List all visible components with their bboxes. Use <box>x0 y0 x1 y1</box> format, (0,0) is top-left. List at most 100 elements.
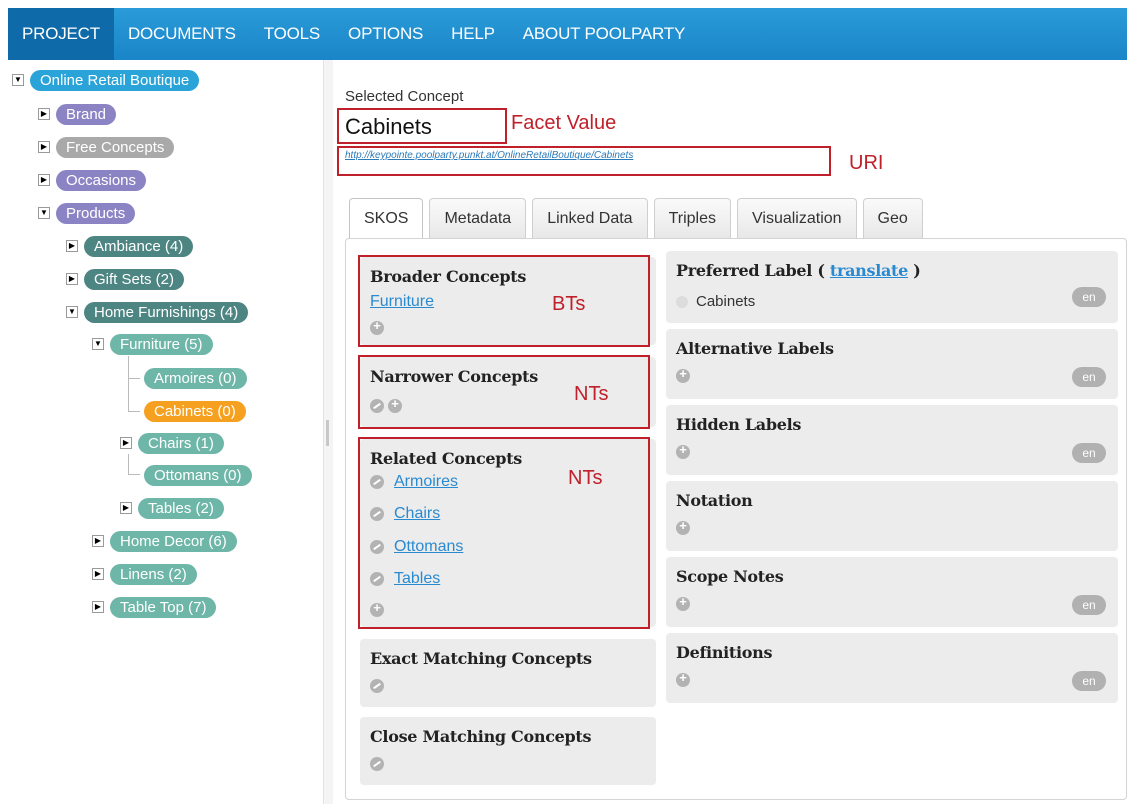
top-menu-bar: PROJECT DOCUMENTS TOOLS OPTIONS HELP ABO… <box>8 8 1127 60</box>
scope-notes-card: Scope Notes en <box>666 557 1118 627</box>
tree-node-label[interactable]: Home Decor (6) <box>110 530 237 552</box>
tree-node-label[interactable]: Occasions <box>56 169 147 191</box>
tree-node-label[interactable]: Products <box>56 202 136 224</box>
expand-toggle-icon[interactable] <box>92 535 104 547</box>
expand-toggle-icon[interactable] <box>38 141 50 153</box>
label-icon <box>676 295 688 308</box>
hidden-labels-card: Hidden Labels en <box>666 405 1118 475</box>
tree-node-free-concepts[interactable]: Free Concepts <box>38 135 175 159</box>
add-icon[interactable] <box>676 670 690 687</box>
tab-geo[interactable]: Geo <box>862 198 923 238</box>
selected-concept-label: Selected Concept <box>345 88 464 105</box>
nts-annotation-related: NTs <box>568 467 603 489</box>
tree-node-label[interactable]: Ottomans (0) <box>144 464 252 486</box>
translate-link[interactable]: translate <box>830 261 908 280</box>
tree-node-gift-sets[interactable]: Gift Sets (2) <box>66 267 185 291</box>
add-icon[interactable] <box>676 366 690 383</box>
tree-node-cabinets[interactable]: Cabinets (0) <box>144 399 246 423</box>
expand-toggle-icon[interactable] <box>38 174 50 186</box>
card-title-prefix: Preferred Label ( <box>676 261 830 280</box>
tree-node-table-top[interactable]: Table Top (7) <box>92 595 217 619</box>
related-highlight <box>358 437 650 629</box>
tree-node-label[interactable]: Gift Sets (2) <box>84 268 185 290</box>
expand-toggle-icon[interactable] <box>92 568 104 580</box>
expand-toggle-icon[interactable] <box>66 240 78 252</box>
tab-metadata[interactable]: Metadata <box>429 198 527 238</box>
concept-details: Selected Concept Cabinets Facet Value ht… <box>333 60 1127 804</box>
remove-icon[interactable] <box>370 679 384 693</box>
tree-node-label[interactable]: Tables (2) <box>138 497 224 519</box>
collapse-toggle-icon[interactable] <box>92 338 104 350</box>
tree-node-furniture[interactable]: Furniture (5) <box>92 332 213 356</box>
tree-node-ottomans[interactable]: Ottomans (0) <box>144 463 252 487</box>
remove-icon[interactable] <box>370 757 384 771</box>
tree-connector-line <box>128 378 140 379</box>
broader-highlight <box>358 255 650 347</box>
preferred-label-card: Preferred Label ( translate ) Cabinets e… <box>666 251 1118 323</box>
card-title: Scope Notes <box>676 567 784 586</box>
close-matching-card: Close Matching Concepts <box>360 717 656 785</box>
tree-connector-line <box>128 454 129 474</box>
expand-toggle-icon[interactable] <box>120 437 132 449</box>
preferred-label-value: Cabinets <box>696 293 756 310</box>
expand-toggle-icon[interactable] <box>120 502 132 514</box>
tree-connector-line <box>128 474 140 475</box>
tree-node-label[interactable]: Home Furnishings (4) <box>84 301 249 323</box>
tree-node-home-furnishings[interactable]: Home Furnishings (4) <box>66 300 249 324</box>
tab-visualization[interactable]: Visualization <box>737 198 857 238</box>
collapse-toggle-icon[interactable] <box>12 74 24 86</box>
exact-matching-card: Exact Matching Concepts <box>360 639 656 707</box>
menu-documents[interactable]: DOCUMENTS <box>114 8 250 60</box>
language-badge: en <box>1072 671 1106 691</box>
splitter-grip-icon[interactable] <box>326 420 329 446</box>
tree-node-label[interactable]: Free Concepts <box>56 136 175 158</box>
tab-triples[interactable]: Triples <box>653 198 731 238</box>
facet-value-highlight <box>337 108 507 144</box>
language-badge: en <box>1072 287 1106 307</box>
menu-tools[interactable]: TOOLS <box>250 8 334 60</box>
tab-linked-data[interactable]: Linked Data <box>532 198 648 238</box>
expand-toggle-icon[interactable] <box>38 108 50 120</box>
collapse-toggle-icon[interactable] <box>66 306 78 318</box>
tree-node-ambiance[interactable]: Ambiance (4) <box>66 234 194 258</box>
expand-toggle-icon[interactable] <box>92 601 104 613</box>
tab-skos[interactable]: SKOS <box>349 198 424 240</box>
tree-node-label[interactable]: Brand <box>56 103 117 125</box>
menu-about[interactable]: ABOUT POOLPARTY <box>509 8 699 60</box>
tree-node-label-selected[interactable]: Cabinets (0) <box>144 400 246 422</box>
add-icon[interactable] <box>676 518 690 535</box>
tree-node-label[interactable]: Ambiance (4) <box>84 235 194 257</box>
tree-node-chairs[interactable]: Chairs (1) <box>120 431 224 455</box>
alternative-labels-card: Alternative Labels en <box>666 329 1118 399</box>
collapse-toggle-icon[interactable] <box>38 207 50 219</box>
menu-project[interactable]: PROJECT <box>8 8 114 60</box>
tree-node-armoires[interactable]: Armoires (0) <box>144 366 247 390</box>
menu-options[interactable]: OPTIONS <box>334 8 437 60</box>
tree-node-linens[interactable]: Linens (2) <box>92 562 197 586</box>
expand-toggle-icon[interactable] <box>66 273 78 285</box>
add-icon[interactable] <box>676 594 690 611</box>
tree-node-products[interactable]: Products <box>38 201 136 225</box>
add-icon[interactable] <box>676 442 690 459</box>
tree-node-occasions[interactable]: Occasions <box>38 168 147 192</box>
tree-node-label[interactable]: Table Top (7) <box>110 596 217 618</box>
tree-connector-line <box>128 411 140 412</box>
language-badge: en <box>1072 367 1106 387</box>
facet-value-annotation: Facet Value <box>511 112 617 134</box>
tree-node-root[interactable]: Online Retail Boutique <box>12 68 200 92</box>
definitions-card: Definitions en <box>666 633 1118 703</box>
tree-node-tables[interactable]: Tables (2) <box>120 496 224 520</box>
tree-connector-line <box>128 356 129 412</box>
tree-node-label[interactable]: Linens (2) <box>110 563 197 585</box>
tree-node-label[interactable]: Furniture (5) <box>110 333 213 355</box>
menu-help[interactable]: HELP <box>437 8 509 60</box>
card-title: Exact Matching Concepts <box>370 649 592 668</box>
card-title-suffix: ) <box>908 261 921 280</box>
nts-annotation: NTs <box>574 383 609 405</box>
tree-node-label[interactable]: Online Retail Boutique <box>30 69 200 91</box>
tree-node-label[interactable]: Armoires (0) <box>144 367 247 389</box>
tree-node-brand[interactable]: Brand <box>38 102 117 126</box>
bts-annotation: BTs <box>552 293 586 315</box>
tree-node-home-decor[interactable]: Home Decor (6) <box>92 529 237 553</box>
tree-node-label[interactable]: Chairs (1) <box>138 432 224 454</box>
